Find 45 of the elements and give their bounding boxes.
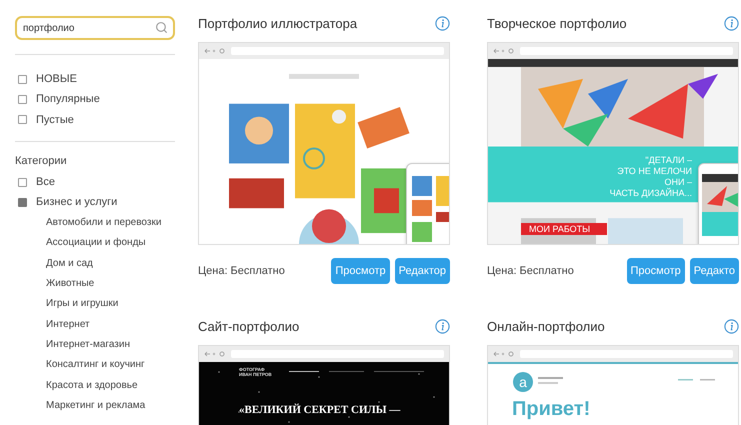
- category-label: Все: [36, 176, 55, 188]
- category-item[interactable]: Все: [15, 172, 175, 192]
- quote-text: «ВЕЛИКИЙ СЕКРЕТ СИЛЫ —: [239, 404, 400, 416]
- greeting-heading: Привет!: [512, 398, 590, 420]
- subcategory-item[interactable]: Интернет: [15, 314, 175, 334]
- filter-item[interactable]: Популярные: [15, 89, 175, 110]
- avatar-icon: a: [513, 372, 533, 392]
- category-label: Бизнес и услуги: [36, 196, 118, 208]
- section-heading: Категории: [15, 154, 68, 169]
- price-text: Цена: Бесплатно: [198, 265, 286, 277]
- filter-label: НОВЫЕ: [36, 73, 77, 86]
- filter-item[interactable]: НОВЫЕ: [15, 69, 175, 90]
- filter-label: Пустые: [36, 114, 74, 126]
- info-icon[interactable]: [435, 16, 450, 30]
- subcategory-item[interactable]: Консалтинг и коучинг: [15, 354, 175, 375]
- subcategory-item[interactable]: Красота и здоровье: [15, 374, 175, 396]
- template-title: Творческое портфолио: [487, 16, 627, 30]
- subcategory-item[interactable]: Интернет-магазин: [15, 334, 175, 355]
- search-field[interactable]: портфолио: [15, 16, 175, 40]
- template-title: Сайт-портфолио: [198, 318, 300, 334]
- price-text: Цена: Бесплатно: [487, 265, 575, 277]
- checkbox[interactable]: [18, 198, 27, 207]
- subcategory-item[interactable]: Дом и сад: [15, 253, 175, 274]
- navigation-icon: [204, 351, 226, 357]
- checkbox[interactable]: [18, 94, 27, 104]
- filter-label: Популярные: [36, 93, 100, 106]
- info-icon[interactable]: [724, 16, 739, 30]
- template-title: Онлайн-портфолио: [487, 318, 605, 334]
- search-icon[interactable]: [155, 21, 168, 34]
- subcategory-item[interactable]: Ассоциации и фонды: [15, 232, 175, 254]
- info-icon[interactable]: [435, 318, 450, 334]
- subcategory-item[interactable]: Маркетинг и реклама: [15, 395, 175, 416]
- category-item[interactable]: Бизнес и услуги: [15, 192, 175, 212]
- navigation-icon: [204, 48, 226, 54]
- navigation-icon: [493, 48, 515, 54]
- checkbox[interactable]: [18, 74, 27, 84]
- subcategory-item[interactable]: Игры и игрушки: [15, 294, 175, 314]
- template-title: Портфолио иллюстратора: [198, 16, 358, 30]
- subcategory-item[interactable]: Животные: [15, 273, 175, 294]
- navigation-icon: [493, 351, 515, 357]
- filter-item[interactable]: Пустые: [15, 110, 175, 130]
- subcategory-item[interactable]: Автомобили и перевозки: [15, 212, 175, 233]
- info-icon[interactable]: [724, 318, 739, 334]
- checkbox[interactable]: [18, 115, 27, 124]
- checkbox[interactable]: [18, 178, 27, 187]
